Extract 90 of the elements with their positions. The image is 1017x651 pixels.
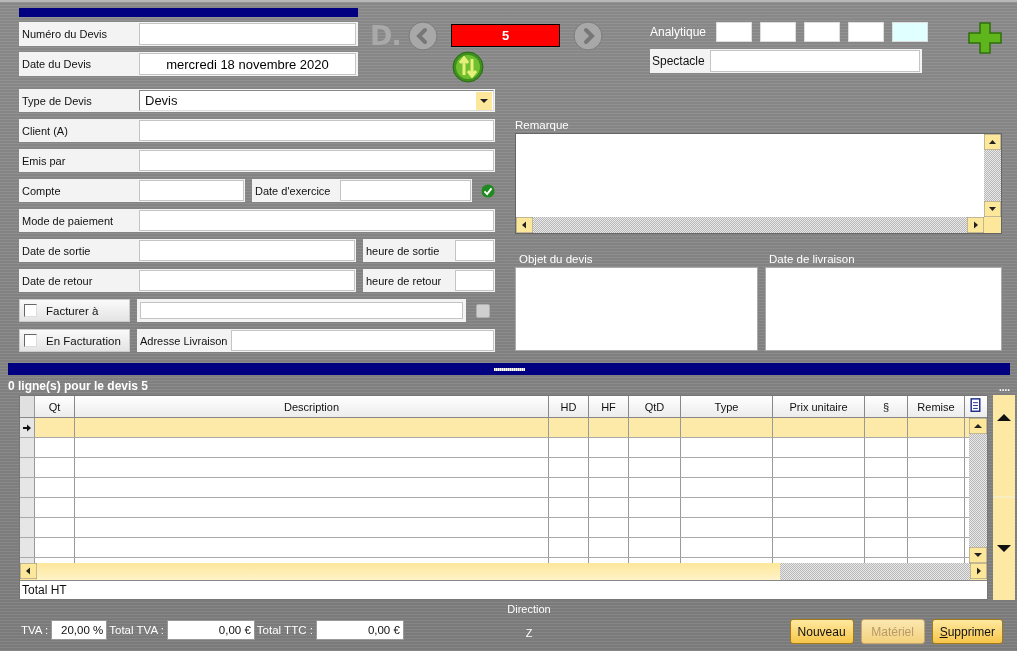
scroll-down-button[interactable]: [969, 547, 987, 563]
scrollbar-corner: [984, 217, 1001, 233]
row-selector[interactable]: [20, 418, 35, 437]
input-field[interactable]: [710, 50, 920, 72]
field-label: Mode de paiement: [21, 214, 115, 227]
scroll-left-button[interactable]: [20, 563, 37, 579]
action-button[interactable]: Nouveau: [789, 619, 854, 644]
code-field[interactable]: [804, 22, 841, 42]
column-header[interactable]: HD: [549, 396, 589, 417]
code-field[interactable]: [848, 22, 885, 42]
table-row[interactable]: [20, 518, 969, 538]
total-ttc-field[interactable]: 0,00 €: [315, 620, 404, 640]
column-header[interactable]: Type: [681, 396, 773, 417]
livraison-textarea[interactable]: [765, 267, 1002, 351]
code-field[interactable]: [716, 22, 753, 42]
scroll-up-button[interactable]: [984, 134, 1001, 150]
tva-label: TVA :: [21, 624, 49, 636]
field-label: Date du Devis: [21, 58, 93, 70]
input-field[interactable]: [231, 330, 494, 351]
row-header-corner: [20, 396, 35, 417]
field-label: Date de retour: [21, 274, 94, 287]
scroll-down-button[interactable]: [984, 201, 1001, 217]
action-button[interactable]: Supprimer: [931, 619, 1003, 644]
column-header[interactable]: HF: [589, 396, 629, 417]
input-field[interactable]: [340, 180, 471, 201]
field-label: Type de Devis: [21, 94, 93, 107]
type-dropdown[interactable]: Devis: [139, 90, 494, 111]
input-field[interactable]: [139, 180, 244, 201]
field-label: Spectacle: [651, 54, 706, 68]
remarque-textarea[interactable]: [515, 133, 1002, 234]
disabled-square-icon: [476, 303, 490, 318]
table-row[interactable]: [20, 478, 969, 498]
input-field[interactable]: [139, 240, 355, 261]
analytique-label: Analytique: [650, 25, 707, 39]
total-ttc-label: Total TTC :: [256, 624, 313, 636]
field-label: heure de retour: [365, 274, 443, 287]
date-field[interactable]: mercredi 18 novembre 2020: [139, 53, 356, 75]
facturer-checkbox[interactable]: Facturer à: [19, 299, 130, 322]
page-scrollbar[interactable]: [993, 395, 1015, 600]
checkmark-icon[interactable]: [481, 182, 495, 199]
column-header[interactable]: Prix unitaire: [773, 396, 865, 417]
code-field[interactable]: [760, 22, 797, 42]
row-pointer-icon: [22, 422, 32, 433]
time-field[interactable]: [455, 240, 494, 261]
input-field[interactable]: [139, 120, 494, 141]
field-label: Adresse Livraison: [139, 334, 229, 347]
section-label: Objet du devis: [519, 253, 594, 267]
field-label: heure de sortie: [365, 244, 441, 257]
input-field[interactable]: [139, 210, 494, 231]
field-label: Date d'exercice: [254, 184, 332, 197]
scroll-right-button[interactable]: [967, 217, 984, 233]
field-label: Compte: [21, 184, 62, 197]
total-label: Total HT: [22, 583, 67, 597]
time-field[interactable]: [455, 270, 494, 291]
grip-handle[interactable]: [493, 367, 525, 371]
field-label: Date de sortie: [21, 244, 92, 257]
scroll-right-button[interactable]: [970, 563, 987, 579]
refresh-icon[interactable]: [452, 51, 484, 83]
direction-label: Direction: [507, 603, 551, 615]
column-header[interactable]: Qt: [35, 396, 75, 417]
input-field[interactable]: [139, 150, 494, 171]
record-counter: 5: [451, 24, 560, 47]
field-label: Numéro du Devis: [21, 28, 108, 40]
more-dots[interactable]: ....: [998, 382, 1010, 392]
tva-field[interactable]: 20,00 %: [51, 620, 108, 640]
field-label: Emis par: [21, 154, 67, 167]
total-tva-field[interactable]: 0,00 €: [166, 620, 255, 640]
table-row[interactable]: [20, 458, 969, 478]
code-field[interactable]: [892, 22, 929, 42]
section-label: Date de livraison: [769, 253, 856, 267]
scroll-left-button[interactable]: [516, 217, 533, 233]
column-header[interactable]: Description: [75, 396, 549, 417]
previous-button[interactable]: [408, 20, 438, 51]
column-header[interactable]: §: [865, 396, 908, 417]
table-row[interactable]: [20, 498, 969, 518]
add-icon[interactable]: [968, 22, 1002, 54]
section-label: Remarque: [515, 119, 570, 133]
column-header[interactable]: Remise: [908, 396, 965, 417]
input-field[interactable]: [139, 23, 356, 45]
scrollbar-thumb[interactable]: [37, 563, 780, 580]
lines-count-label: 0 ligne(s) pour le devis 5: [8, 379, 149, 392]
z-label: Z: [525, 627, 533, 639]
field-label: Client (A): [21, 124, 69, 137]
input-field[interactable]: [139, 270, 355, 291]
column-header[interactable]: QtD: [629, 396, 681, 417]
next-button[interactable]: [573, 20, 603, 51]
scroll-up-button[interactable]: [969, 418, 987, 434]
objet-textarea[interactable]: [515, 267, 758, 351]
facturation-checkbox[interactable]: En Facturation: [19, 329, 130, 352]
total-tva-label: Total TVA :: [109, 624, 164, 636]
